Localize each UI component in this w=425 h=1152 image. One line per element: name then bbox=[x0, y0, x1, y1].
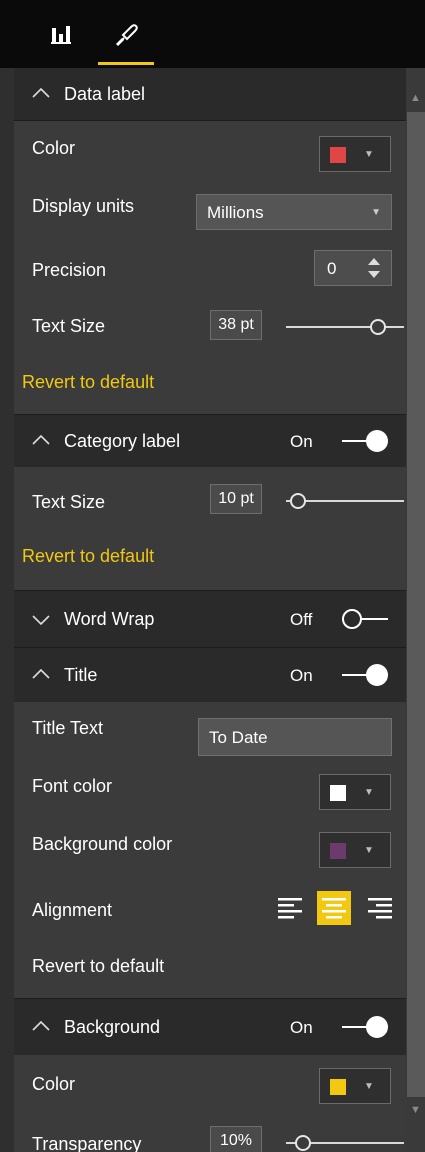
visualizations-tab-bar bbox=[0, 0, 425, 68]
word-wrap-toggle[interactable] bbox=[340, 607, 390, 631]
text-size-value-box[interactable]: 38 pt bbox=[210, 310, 262, 340]
scrollbar-thumb[interactable] bbox=[407, 112, 425, 1097]
title-text-input[interactable]: To Date bbox=[198, 718, 392, 756]
display-units-dropdown[interactable]: Millions ▼ bbox=[196, 194, 392, 230]
scroll-down-arrow[interactable]: ▼ bbox=[406, 1100, 425, 1120]
chevron-up-icon bbox=[32, 1020, 50, 1031]
section-title: Word Wrap bbox=[64, 609, 155, 629]
transparency-slider-knob[interactable] bbox=[295, 1135, 311, 1151]
text-size-slider-track[interactable] bbox=[286, 326, 404, 328]
transparency-value-box[interactable]: 10% bbox=[210, 1126, 262, 1152]
format-pane: Data label Color ▼ Display units Million… bbox=[14, 68, 406, 1152]
precision-label: Precision bbox=[32, 260, 107, 280]
align-left-icon[interactable] bbox=[274, 891, 308, 925]
color-swatch bbox=[330, 147, 346, 163]
toggle-state-label: On bbox=[290, 432, 313, 451]
transparency-label: Transparency bbox=[32, 1134, 142, 1152]
background-toggle[interactable] bbox=[340, 1015, 390, 1039]
alignment-label: Alignment bbox=[32, 900, 113, 920]
color-label: Color bbox=[32, 1074, 76, 1094]
toggle-state-label: On bbox=[290, 666, 313, 685]
title-toggle[interactable] bbox=[340, 663, 390, 687]
section-title: Data label bbox=[64, 84, 146, 104]
revert-to-default-link[interactable]: Revert to default bbox=[32, 956, 164, 977]
text-size-value-box[interactable]: 10 pt bbox=[210, 484, 262, 514]
chevron-down-icon: ▼ bbox=[364, 845, 374, 856]
divider bbox=[14, 120, 406, 121]
display-units-value: Millions bbox=[207, 203, 264, 222]
active-tab-indicator bbox=[98, 62, 154, 65]
chevron-down-icon: ▼ bbox=[364, 1081, 374, 1092]
toggle-state-label: On bbox=[290, 1018, 313, 1037]
text-size-label: Text Size bbox=[32, 316, 106, 336]
chevron-up-icon bbox=[32, 434, 50, 445]
revert-to-default-link[interactable]: Revert to default bbox=[22, 546, 154, 567]
color-swatch bbox=[330, 843, 346, 859]
precision-stepper[interactable]: 0 bbox=[314, 250, 392, 286]
chevron-down-icon: ▼ bbox=[371, 207, 381, 218]
title-section-header[interactable]: Title On bbox=[14, 648, 406, 702]
display-units-label: Display units bbox=[32, 196, 135, 216]
font-color-picker[interactable]: ▼ bbox=[319, 774, 391, 810]
color-label: Color bbox=[32, 138, 76, 158]
section-title: Category label bbox=[64, 431, 181, 451]
scroll-up-arrow[interactable]: ▲ bbox=[406, 88, 425, 108]
color-swatch bbox=[330, 1079, 346, 1095]
color-swatch bbox=[330, 785, 346, 801]
background-fill-color-picker[interactable]: ▼ bbox=[319, 1068, 391, 1104]
font-color-label: Font color bbox=[32, 776, 113, 796]
category-label-toggle[interactable] bbox=[340, 429, 390, 453]
text-size-label: Text Size bbox=[32, 492, 106, 512]
text-size-slider-knob[interactable] bbox=[370, 319, 386, 335]
background-color-label: Background color bbox=[32, 834, 173, 854]
text-size-slider-knob[interactable] bbox=[290, 493, 306, 509]
section-title: Background bbox=[64, 1017, 161, 1037]
chevron-down-icon: ▼ bbox=[364, 787, 374, 798]
category-label-section-header[interactable]: Category label On bbox=[14, 415, 406, 467]
stepper-arrows-icon[interactable] bbox=[365, 255, 383, 281]
align-center-icon[interactable] bbox=[317, 891, 351, 925]
word-wrap-section-header[interactable]: Word Wrap Off bbox=[14, 591, 406, 647]
background-section-header[interactable]: Background On bbox=[14, 999, 406, 1055]
chevron-up-icon bbox=[32, 87, 50, 98]
title-text-label: Title Text bbox=[32, 718, 104, 738]
toggle-state-label: Off bbox=[290, 610, 313, 629]
bar-chart-icon[interactable] bbox=[44, 18, 78, 52]
chevron-down-icon: ▼ bbox=[364, 149, 374, 160]
paint-roller-icon[interactable] bbox=[110, 18, 144, 52]
title-text-value: To Date bbox=[209, 728, 268, 747]
background-color-picker[interactable]: ▼ bbox=[319, 832, 391, 868]
chevron-down-icon bbox=[32, 615, 50, 626]
data-label-color-picker[interactable]: ▼ bbox=[319, 136, 391, 172]
chevron-up-icon bbox=[32, 668, 50, 679]
data-label-section-header[interactable]: Data label bbox=[14, 68, 406, 120]
precision-value: 0 bbox=[327, 259, 337, 278]
align-right-icon[interactable] bbox=[362, 891, 396, 925]
revert-to-default-link[interactable]: Revert to default bbox=[22, 372, 154, 393]
section-title: Title bbox=[64, 665, 98, 685]
